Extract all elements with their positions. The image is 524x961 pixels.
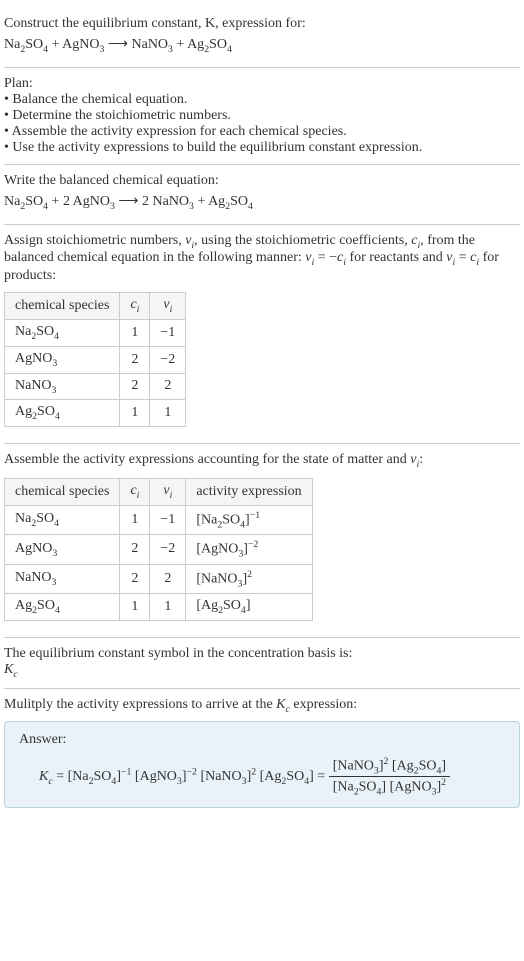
cell-species: NaNO3	[5, 564, 120, 593]
activity-table: chemical species ci νi activity expressi…	[4, 478, 313, 621]
stoich-instruction: Assign stoichiometric numbers, νi, using…	[4, 233, 520, 285]
prompt-text: Construct the equilibrium constant, K, e…	[4, 16, 520, 32]
unbalanced-equation: Na2SO4 + AgNO3 ⟶ NaNO3 + Ag2SO4	[4, 36, 520, 55]
table-row: Ag2SO411[Ag2SO4]	[5, 594, 313, 621]
fraction-numerator: [NaNO3]2 [Ag2SO4]	[329, 756, 450, 777]
plan-title: Plan:	[4, 76, 520, 92]
answer-label: Answer:	[19, 732, 505, 748]
cell-species: Na2SO4	[5, 505, 120, 534]
symbol-section: The equilibrium constant symbol in the c…	[4, 638, 520, 689]
cell-vi: 2	[150, 373, 186, 400]
plan-item: • Balance the chemical equation.	[4, 92, 520, 108]
cell-expr: [AgNO3]−2	[186, 535, 312, 564]
col-expr: activity expression	[186, 478, 312, 505]
fraction-denominator: [Na2SO4] [AgNO3]2	[329, 777, 450, 797]
table-header-row: chemical species ci νi	[5, 293, 186, 320]
plan-section: Plan: • Balance the chemical equation. •…	[4, 68, 520, 165]
col-ci: ci	[120, 478, 150, 505]
balanced-equation: Na2SO4 + 2 AgNO3 ⟶ 2 NaNO3 + Ag2SO4	[4, 193, 520, 212]
cell-vi: −1	[150, 319, 186, 346]
cell-expr: [NaNO3]2	[186, 564, 312, 593]
col-vi: νi	[150, 478, 186, 505]
cell-species: Ag2SO4	[5, 400, 120, 427]
cell-species: AgNO3	[5, 535, 120, 564]
cell-species: Na2SO4	[5, 319, 120, 346]
table-row: AgNO32−2[AgNO3]−2	[5, 535, 313, 564]
cell-species: NaNO3	[5, 373, 120, 400]
cell-ci: 1	[120, 505, 150, 534]
stoich-table: chemical species ci νi Na2SO41−1 AgNO32−…	[4, 292, 186, 427]
cell-ci: 1	[120, 319, 150, 346]
multiply-section: Mulitply the activity expressions to arr…	[4, 689, 520, 817]
plan-item: • Determine the stoichiometric numbers.	[4, 108, 520, 124]
header-section: Construct the equilibrium constant, K, e…	[4, 8, 520, 68]
cell-ci: 2	[120, 564, 150, 593]
table-row: Na2SO41−1[Na2SO4]−1	[5, 505, 313, 534]
answer-expression: Kc = [Na2SO4]−1 [AgNO3]−2 [NaNO3]2 [Ag2S…	[19, 756, 505, 798]
cell-vi: 1	[150, 400, 186, 427]
cell-ci: 2	[120, 346, 150, 373]
cell-vi: 1	[150, 594, 186, 621]
cell-vi: −2	[150, 346, 186, 373]
table-row: Na2SO41−1	[5, 319, 186, 346]
col-species: chemical species	[5, 293, 120, 320]
col-ci: ci	[120, 293, 150, 320]
stoich-section: Assign stoichiometric numbers, νi, using…	[4, 225, 520, 445]
activity-section: Assemble the activity expressions accoun…	[4, 444, 520, 638]
col-species: chemical species	[5, 478, 120, 505]
cell-species: Ag2SO4	[5, 594, 120, 621]
balanced-section: Write the balanced chemical equation: Na…	[4, 165, 520, 225]
table-row: AgNO32−2	[5, 346, 186, 373]
cell-ci: 1	[120, 594, 150, 621]
plan-item: • Use the activity expressions to build …	[4, 140, 520, 156]
plan-item: • Assemble the activity expression for e…	[4, 124, 520, 140]
activity-instruction: Assemble the activity expressions accoun…	[4, 452, 520, 470]
cell-expr: [Ag2SO4]	[186, 594, 312, 621]
table-row: Ag2SO411	[5, 400, 186, 427]
cell-ci: 1	[120, 400, 150, 427]
table-row: NaNO322	[5, 373, 186, 400]
table-header-row: chemical species ci νi activity expressi…	[5, 478, 313, 505]
answer-lhs: Kc = [Na2SO4]−1 [AgNO3]−2 [NaNO3]2 [Ag2S…	[39, 769, 329, 784]
cell-ci: 2	[120, 535, 150, 564]
cell-ci: 2	[120, 373, 150, 400]
table-row: NaNO322[NaNO3]2	[5, 564, 313, 593]
cell-expr: [Na2SO4]−1	[186, 505, 312, 534]
symbol-line1: The equilibrium constant symbol in the c…	[4, 646, 520, 662]
col-vi: νi	[150, 293, 186, 320]
symbol-line2: Kc	[4, 662, 520, 680]
cell-vi: −1	[150, 505, 186, 534]
answer-box: Answer: Kc = [Na2SO4]−1 [AgNO3]−2 [NaNO3…	[4, 721, 520, 809]
cell-species: AgNO3	[5, 346, 120, 373]
multiply-instruction: Mulitply the activity expressions to arr…	[4, 697, 520, 715]
balanced-instruction: Write the balanced chemical equation:	[4, 173, 520, 189]
cell-vi: 2	[150, 564, 186, 593]
answer-fraction: [NaNO3]2 [Ag2SO4][Na2SO4] [AgNO3]2	[329, 756, 450, 798]
cell-vi: −2	[150, 535, 186, 564]
